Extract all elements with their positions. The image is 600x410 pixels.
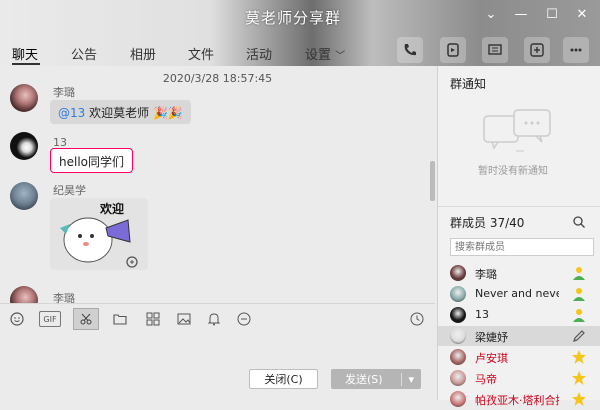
scissors-icon[interactable] xyxy=(73,308,99,330)
star-icon xyxy=(571,370,587,386)
admin-user-icon xyxy=(571,307,587,323)
maximize-icon[interactable]: ☐ xyxy=(543,6,561,24)
member-avatar[interactable] xyxy=(450,391,466,407)
member-row[interactable]: 13 xyxy=(438,305,600,325)
edit-pencil-icon[interactable] xyxy=(571,328,587,344)
sender-name: 纪昊学 xyxy=(53,184,86,197)
phone-icon[interactable] xyxy=(397,37,423,63)
member-row[interactable]: 马帝 xyxy=(438,368,600,388)
chat-history[interactable]: 2020/3/28 18:57:45 李璐 @13 欢迎莫老师 🎉🎉 13 he… xyxy=(0,66,435,303)
input-toolbar: GIF xyxy=(0,303,435,333)
member-avatar[interactable] xyxy=(450,328,466,344)
mention: @13 xyxy=(58,106,86,120)
chevron-down-icon: ﹀ xyxy=(335,51,346,62)
image-gallery-icon[interactable] xyxy=(145,311,161,327)
message-text: 欢迎莫老师 xyxy=(89,106,150,120)
member-name: 帕孜亚木·塔利合提 xyxy=(475,394,559,407)
member-avatar[interactable] xyxy=(450,286,466,302)
title-bar: 莫老师分享群 ⌄ — ☐ ✕ 聊天 公告 相册 文件 活动 设置 ﹀ xyxy=(0,0,600,66)
bell-icon[interactable] xyxy=(206,311,222,327)
tab-settings-label: 设置 xyxy=(305,48,332,63)
more-circle-icon[interactable] xyxy=(236,311,252,327)
gif-icon[interactable]: GIF xyxy=(39,311,61,327)
star-icon xyxy=(571,391,587,407)
sender-name: 李璐 xyxy=(53,292,75,303)
sticker-text: 欢迎 xyxy=(100,202,125,216)
member-name: Never and neve xyxy=(475,287,559,300)
member-name: 卢安琪 xyxy=(475,352,508,365)
star-icon xyxy=(571,349,587,365)
video-icon[interactable] xyxy=(440,37,466,63)
notice-title: 群通知 xyxy=(450,77,487,91)
member-row[interactable]: 李璐 xyxy=(438,263,600,283)
send-label: 发送(S) xyxy=(345,373,383,386)
close-icon[interactable]: ✕ xyxy=(573,6,591,24)
member-row[interactable]: 梁婕妤 xyxy=(438,326,600,346)
window-title: 莫老师分享群 xyxy=(245,9,342,27)
member-avatar[interactable] xyxy=(450,307,466,323)
tab-chat[interactable]: 聊天 xyxy=(12,44,38,63)
party-popper-icon: 🎉🎉 xyxy=(152,106,183,120)
member-row[interactable]: 卢安琪 xyxy=(438,347,600,367)
chat-bubbles-icon xyxy=(480,106,560,156)
tab-activity[interactable]: 活动 xyxy=(246,44,272,63)
message-bubble: @13 欢迎莫老师 🎉🎉 xyxy=(50,100,191,124)
add-app-icon[interactable] xyxy=(524,37,550,63)
emoji-icon[interactable] xyxy=(9,311,25,327)
sticker-image[interactable]: 欢迎 xyxy=(50,198,148,270)
member-avatar[interactable] xyxy=(450,370,466,386)
avatar[interactable] xyxy=(10,132,38,160)
right-panel: 群通知 暂时没有新通知 群成员 37/40 李璐 Never and neve 13… xyxy=(437,66,600,407)
member-name: 李璐 xyxy=(475,268,497,281)
expand-panel-handle[interactable] xyxy=(430,161,435,201)
notice-empty-text: 暂时没有新通知 xyxy=(478,166,548,177)
minimize-icon[interactable]: — xyxy=(512,6,530,24)
active-tab-indicator xyxy=(12,63,40,65)
message-bubble: hello同学们 xyxy=(50,148,133,173)
member-name: 马帝 xyxy=(475,373,497,386)
member-search-input[interactable] xyxy=(450,238,594,256)
avatar[interactable] xyxy=(10,286,38,303)
tab-album[interactable]: 相册 xyxy=(130,44,156,63)
close-button[interactable]: 关闭(C) xyxy=(249,369,318,389)
chevron-down-icon[interactable]: ⌄ xyxy=(482,6,500,24)
member-avatar[interactable] xyxy=(450,265,466,281)
panel-divider xyxy=(438,206,600,207)
message-text: hello同学们 xyxy=(59,155,124,169)
avatar[interactable] xyxy=(10,84,38,112)
member-row[interactable]: 帕孜亚木·塔利合提 xyxy=(438,389,600,409)
more-icon[interactable] xyxy=(563,37,589,63)
tab-files[interactable]: 文件 xyxy=(188,44,214,63)
admin-user-icon xyxy=(571,265,587,281)
member-name: 13 xyxy=(475,308,489,321)
member-avatar[interactable] xyxy=(450,349,466,365)
message-input[interactable]: 关闭(C) 发送(S) ▾ xyxy=(0,333,435,400)
send-dropdown-icon[interactable]: ▾ xyxy=(401,372,414,386)
sender-name: 李璐 xyxy=(53,86,75,99)
send-button[interactable]: 发送(S) ▾ xyxy=(331,369,421,389)
tab-settings[interactable]: 设置 ﹀ xyxy=(305,44,345,63)
tab-announcement[interactable]: 公告 xyxy=(71,44,97,63)
members-title: 群成员 37/40 xyxy=(450,216,525,230)
picture-icon[interactable] xyxy=(176,311,192,327)
admin-user-icon xyxy=(571,286,587,302)
member-row[interactable]: Never and neve xyxy=(438,284,600,304)
search-icon[interactable] xyxy=(572,215,586,229)
member-name: 梁婕妤 xyxy=(475,331,508,344)
folder-icon[interactable] xyxy=(112,311,128,327)
avatar[interactable] xyxy=(10,182,38,210)
history-clock-icon[interactable] xyxy=(409,311,425,327)
screen-share-icon[interactable] xyxy=(482,37,508,63)
